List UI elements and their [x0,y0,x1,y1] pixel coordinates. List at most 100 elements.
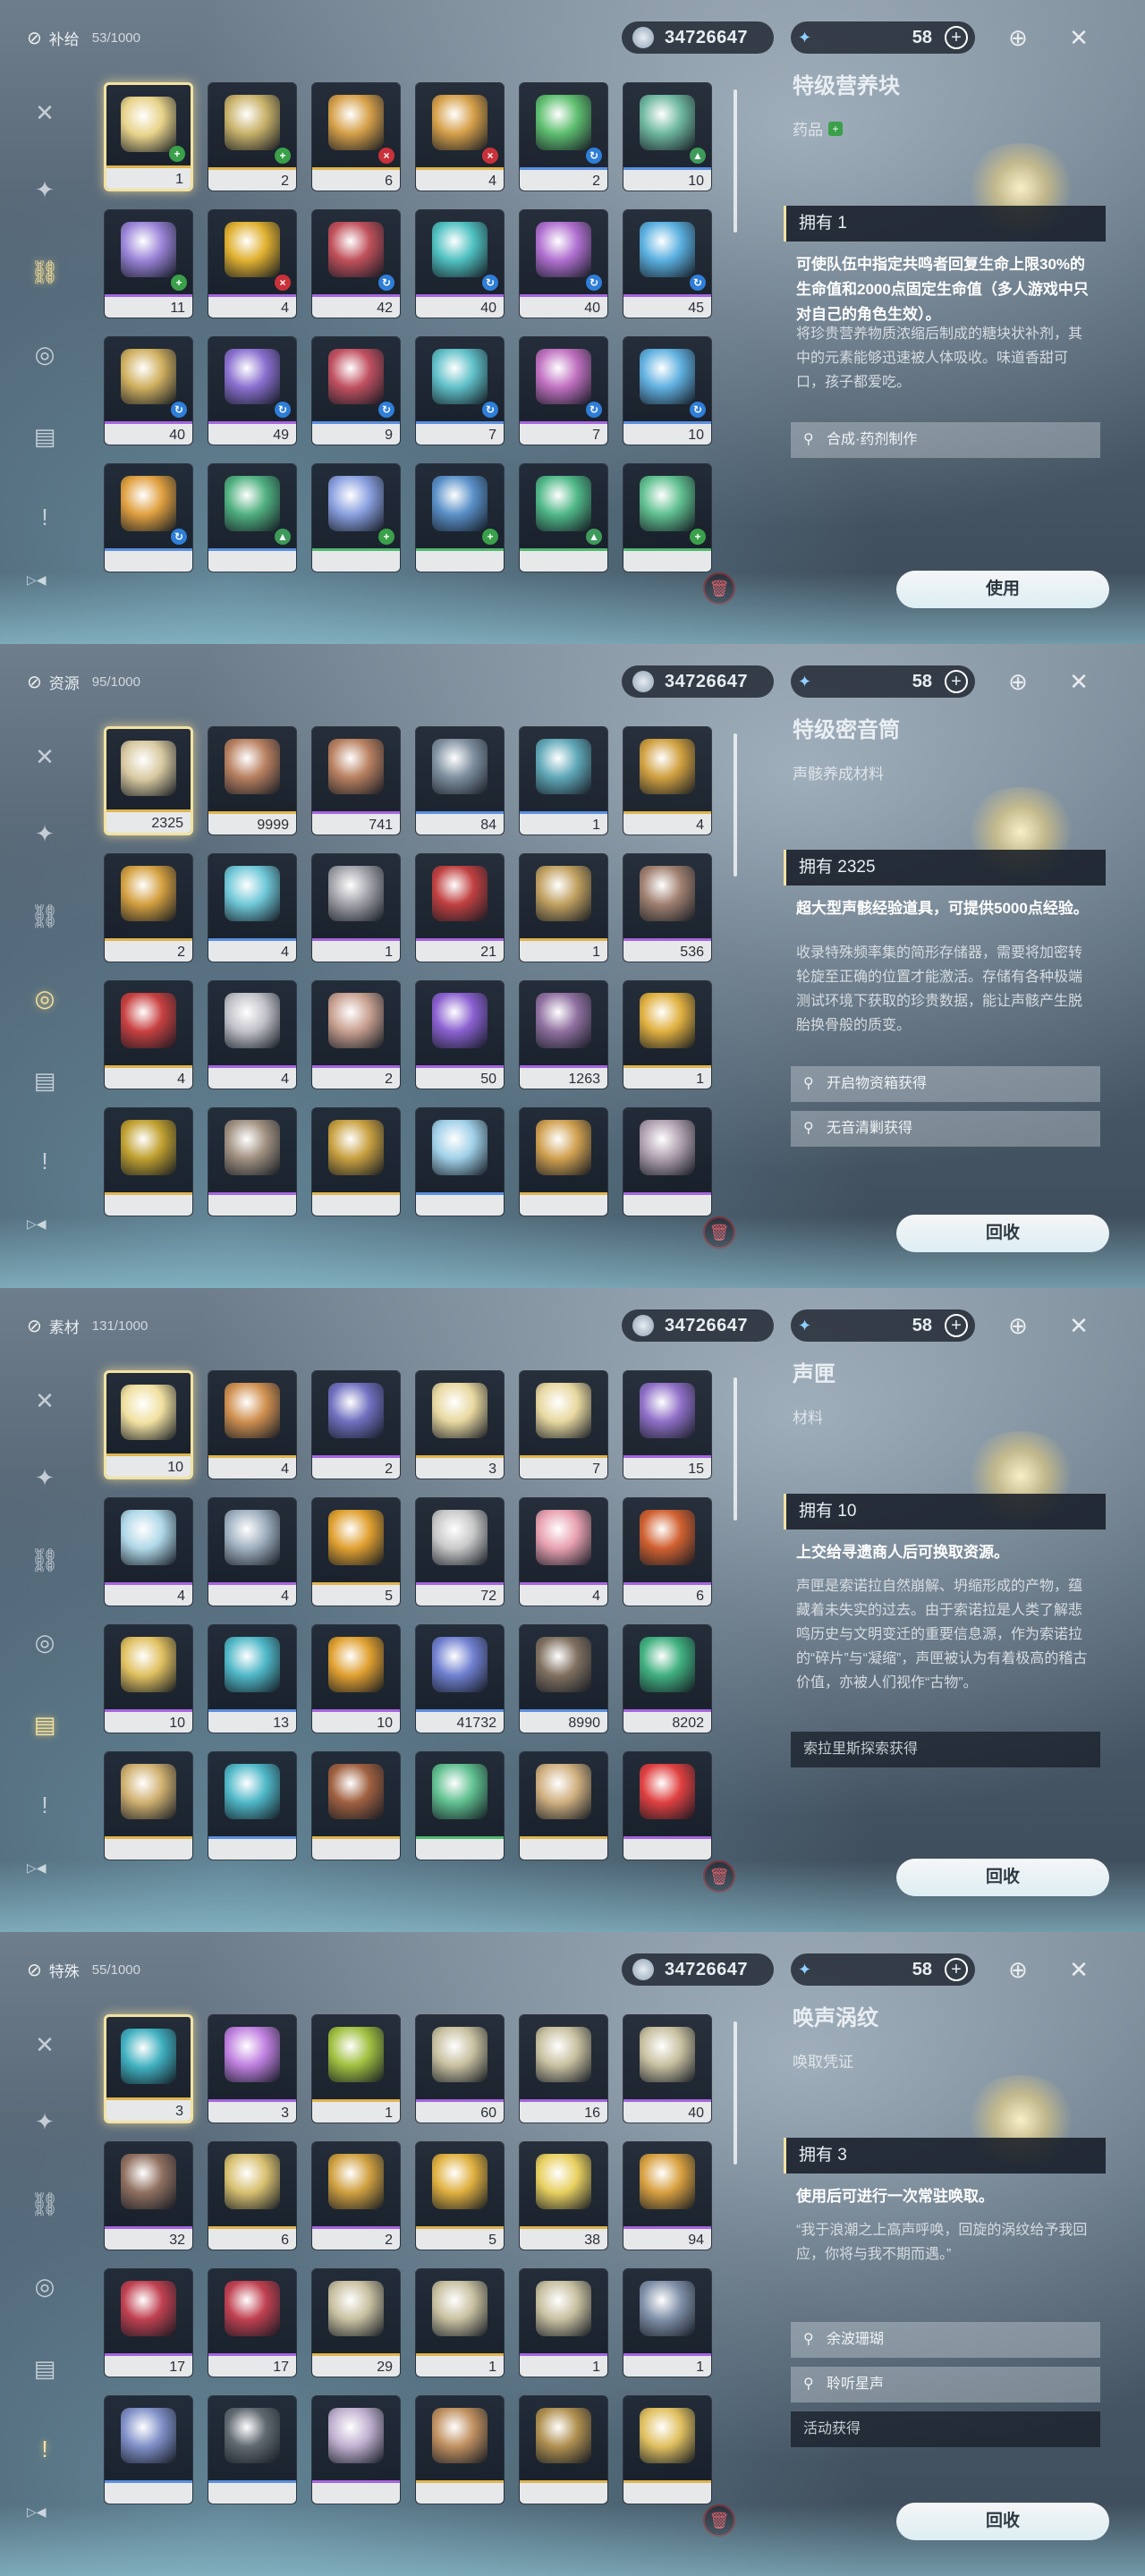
item-slot[interactable]: 1 [519,726,608,835]
item-slot[interactable] [623,1751,712,1860]
material-box-icon[interactable]: ▤ [25,1705,64,1744]
special-card-icon[interactable]: ! [25,1141,64,1181]
item-slot[interactable]: 1 [519,853,608,962]
item-slot[interactable]: ▲ [208,463,297,572]
item-slot[interactable]: 536 [623,853,712,962]
item-slot[interactable]: 1 [519,2268,608,2377]
resource-ring-icon[interactable]: ◎ [25,979,64,1018]
wolf-emblem-icon[interactable]: ✦ [25,1458,64,1497]
trash-icon[interactable]: 🗑 [703,572,735,605]
item-slot[interactable]: ↻ 40 [519,209,608,318]
compass-icon[interactable]: ⊕ [1002,1309,1034,1342]
source-entry[interactable]: ⚲ 聆听星声 [791,2367,1100,2402]
item-slot[interactable]: 4 [623,726,712,835]
item-slot[interactable]: 38 [519,2141,608,2250]
item-slot[interactable]: ↻ 42 [311,209,401,318]
item-slot[interactable]: 2 [104,853,193,962]
item-slot[interactable] [311,1751,401,1860]
item-slot[interactable]: 1 [623,2268,712,2377]
add-stamina-button[interactable]: + [945,1314,968,1337]
special-card-icon[interactable]: ! [25,1785,64,1825]
item-slot[interactable]: ↻ 49 [208,336,297,445]
item-slot[interactable]: 4 [104,1497,193,1606]
item-slot[interactable] [415,1107,505,1216]
grid-scrollbar[interactable] [734,1377,737,1521]
compass-icon[interactable]: ⊕ [1002,1953,1034,1986]
item-slot[interactable]: 4 [519,1497,608,1606]
source-entry[interactable]: ⚲ 开启物资箱获得 [791,1066,1100,1102]
item-slot[interactable]: 72 [415,1497,505,1606]
collapse-arrow-icon[interactable]: ▷◀ [27,2504,47,2520]
item-action-button[interactable]: 使用 [896,571,1109,608]
collapse-arrow-icon[interactable]: ▷◀ [27,1860,47,1876]
item-slot[interactable]: 9999 [208,726,297,835]
item-slot[interactable]: 741 [311,726,401,835]
material-box-icon[interactable]: ▤ [25,1061,64,1100]
item-slot[interactable]: + [415,463,505,572]
item-slot[interactable]: 6 [208,2141,297,2250]
item-slot[interactable]: 50 [415,980,505,1089]
item-slot[interactable] [208,2395,297,2504]
trash-icon[interactable]: 🗑 [703,1216,735,1249]
item-slot[interactable]: 8202 [623,1624,712,1733]
collapse-arrow-icon[interactable]: ▷◀ [27,572,47,588]
swords-icon[interactable]: ✕ [25,1381,64,1420]
item-slot[interactable]: 3 [208,2014,297,2123]
item-slot[interactable]: +2 [208,82,297,191]
item-slot[interactable]: 4 [104,980,193,1089]
item-slot[interactable]: + [623,463,712,572]
item-slot[interactable] [104,1107,193,1216]
item-action-button[interactable]: 回收 [896,1215,1109,1252]
item-slot[interactable]: ▲ [519,463,608,572]
close-x-icon[interactable]: ✕ [1063,21,1095,54]
resource-ring-icon[interactable]: ◎ [25,1623,64,1662]
swords-icon[interactable]: ✕ [25,93,64,132]
supply-tag-icon[interactable]: ⛓ [25,2184,64,2224]
item-slot[interactable] [104,2395,193,2504]
item-slot[interactable] [208,1107,297,1216]
grid-scrollbar[interactable] [734,733,737,877]
item-slot[interactable]: 32 [104,2141,193,2250]
item-slot[interactable]: 29 [311,2268,401,2377]
item-action-button[interactable]: 回收 [896,1859,1109,1896]
item-slot[interactable]: 2 [311,980,401,1089]
item-slot[interactable]: 17 [208,2268,297,2377]
item-slot[interactable]: + [311,463,401,572]
swords-icon[interactable]: ✕ [25,2025,64,2064]
source-entry[interactable]: ⚲ 无音清剿获得 [791,1111,1100,1147]
item-slot[interactable] [415,1751,505,1860]
item-slot[interactable]: 21 [415,853,505,962]
item-slot[interactable]: 4 [208,853,297,962]
item-slot[interactable] [311,1107,401,1216]
item-slot[interactable]: × 4 [208,209,297,318]
item-action-button[interactable]: 回收 [896,2503,1109,2540]
add-stamina-button[interactable]: + [945,670,968,693]
close-x-icon[interactable]: ✕ [1063,665,1095,698]
supply-tag-icon[interactable]: ⛓ [25,1540,64,1580]
item-slot[interactable]: 10 [104,1624,193,1733]
close-x-icon[interactable]: ✕ [1063,1953,1095,1986]
item-slot[interactable]: 3 [415,1370,505,1479]
add-stamina-button[interactable]: + [945,26,968,49]
item-slot[interactable]: × 6 [311,82,401,191]
item-slot[interactable]: 1 [311,853,401,962]
item-slot[interactable]: 84 [415,726,505,835]
item-slot[interactable]: 2325 [104,726,193,835]
source-entry[interactable]: ⚲ 余波珊瑚 [791,2322,1100,2358]
item-slot[interactable]: 15 [623,1370,712,1479]
item-slot[interactable]: 1263 [519,980,608,1089]
item-slot[interactable]: 40 [623,2014,712,2123]
item-slot[interactable]: ↻ 10 [623,336,712,445]
swords-icon[interactable]: ✕ [25,737,64,776]
grid-scrollbar[interactable] [734,2021,737,2165]
item-slot[interactable]: ↻ 2 [519,82,608,191]
item-slot[interactable] [208,1751,297,1860]
item-slot[interactable]: 41732 [415,1624,505,1733]
item-slot[interactable]: +11 [104,209,193,318]
compass-icon[interactable]: ⊕ [1002,665,1034,698]
trash-icon[interactable]: 🗑 [703,2504,735,2537]
item-slot[interactable]: 2 [311,2141,401,2250]
item-slot[interactable]: 6 [623,1497,712,1606]
item-slot[interactable] [623,2395,712,2504]
item-slot[interactable]: ↻ [104,463,193,572]
